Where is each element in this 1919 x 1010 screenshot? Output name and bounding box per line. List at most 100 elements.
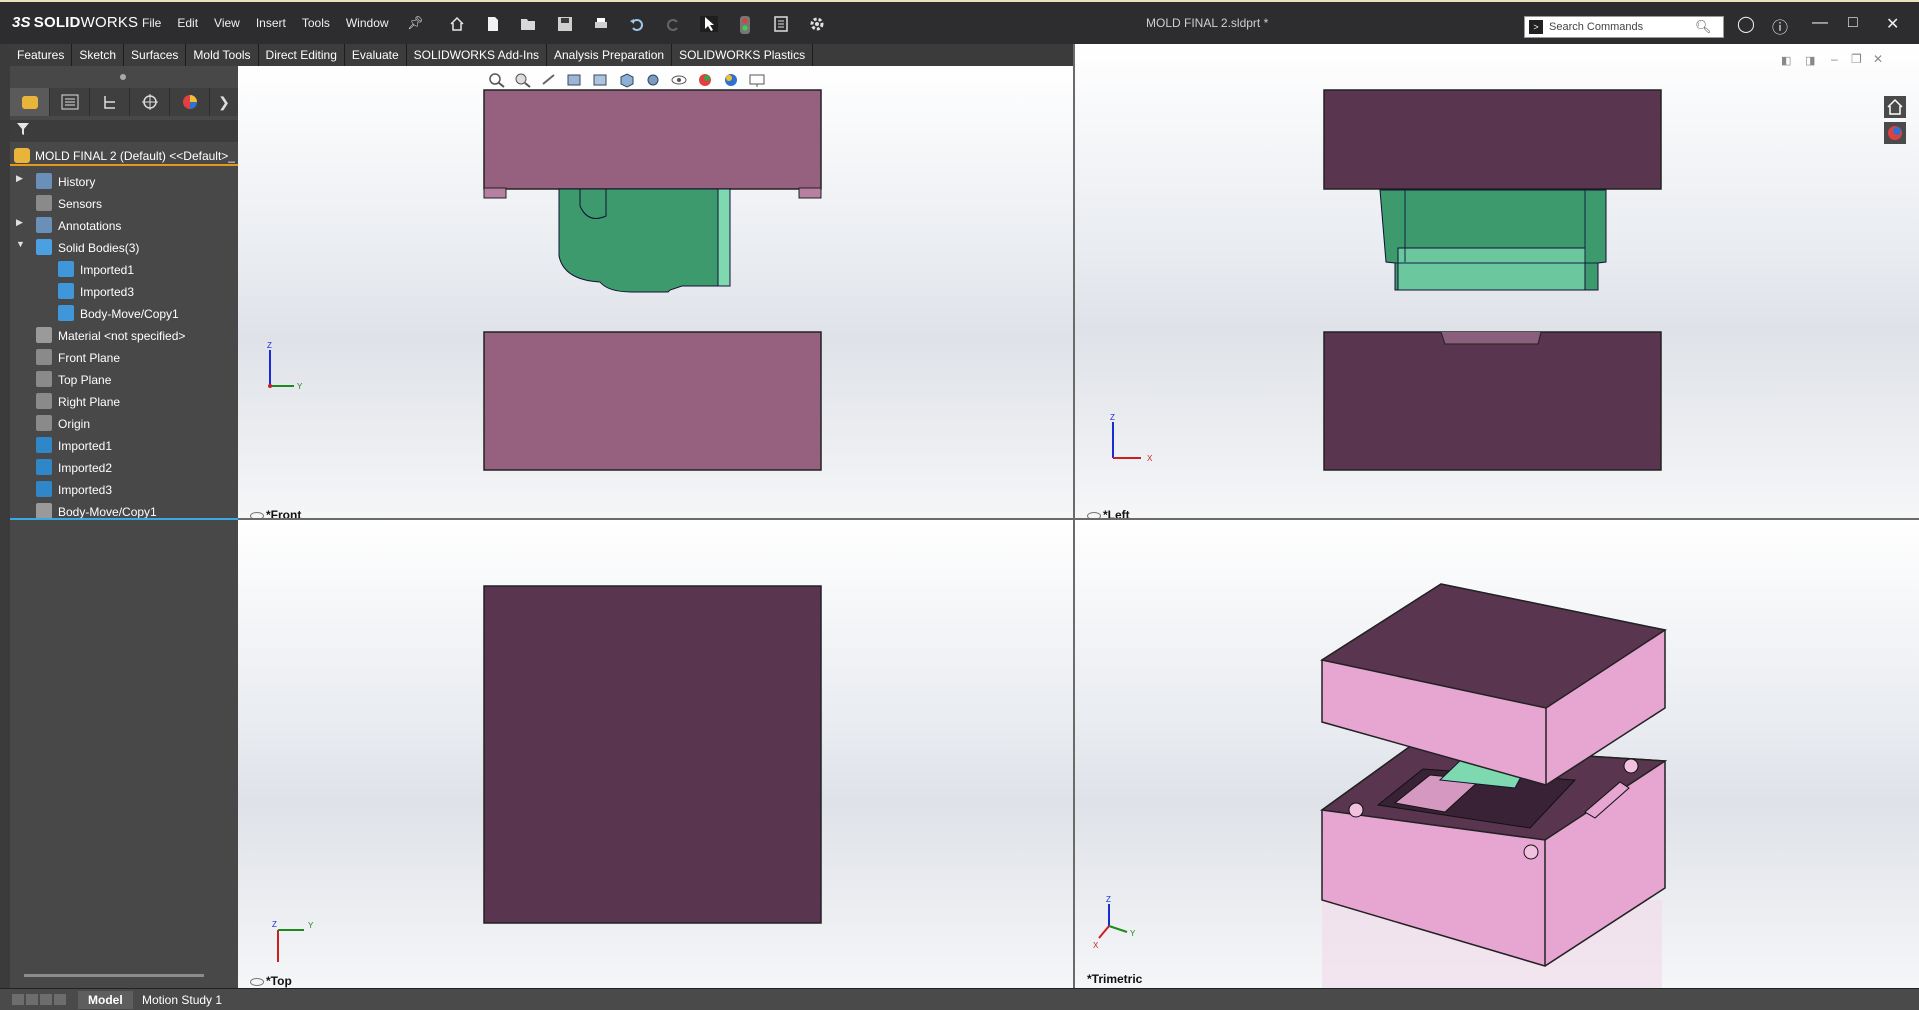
property-manager-icon[interactable] (50, 88, 90, 116)
feature-tree-item[interactable]: Imported3 (10, 478, 238, 500)
tile-left-icon[interactable]: ◧ (1781, 54, 1791, 67)
feature-tree-item[interactable]: Top Plane (10, 368, 238, 390)
tab-model[interactable]: Model (78, 991, 133, 1009)
menu-tools[interactable]: Tools (302, 16, 330, 30)
more-tabs-chevron-icon[interactable]: ❯ (210, 88, 238, 116)
top-view-model[interactable] (238, 520, 1073, 988)
tab-analysis-preparation[interactable]: Analysis Preparation (547, 44, 673, 66)
viewport-trimetric[interactable]: Z Y X *Trimetric (1075, 520, 1919, 988)
feature-tree-item[interactable]: Imported1 (10, 258, 238, 280)
expand-arrow-icon[interactable]: ▶ (16, 217, 26, 228)
search-icon[interactable]: 🔍︎ (1695, 19, 1712, 35)
solidworks-resources-icon[interactable] (1884, 96, 1906, 118)
viewport-top[interactable]: Y Z *Top (238, 520, 1073, 988)
help-icon[interactable]: ⓘ (1772, 14, 1788, 38)
tab-sketch[interactable]: Sketch (72, 44, 125, 66)
dimxpert-manager-icon[interactable] (130, 88, 170, 116)
zoom-to-fit-icon[interactable] (488, 72, 506, 88)
new-document-icon[interactable] (484, 16, 502, 32)
feature-tree-item[interactable]: Body-Move/Copy1 (10, 302, 238, 324)
select-arrow-icon[interactable] (700, 16, 718, 32)
viewport-restore-icon[interactable]: ❐ (1851, 52, 1862, 66)
open-icon[interactable] (520, 16, 538, 32)
feature-tree-scrollbar[interactable] (24, 974, 204, 977)
zoom-to-area-icon[interactable] (514, 72, 532, 88)
front-view-model[interactable] (238, 66, 1073, 518)
apply-scene-icon[interactable] (722, 72, 740, 88)
display-manager-icon[interactable] (170, 88, 210, 116)
redo-icon[interactable] (664, 16, 682, 32)
rollback-bar[interactable] (10, 518, 238, 520)
tab-features[interactable]: Features (10, 44, 73, 66)
feature-tree-item[interactable]: ▼ Solid Bodies(3) (10, 236, 238, 258)
viewport-front[interactable]: Z Y *Front (238, 66, 1073, 518)
trimetric-view-model[interactable] (1075, 520, 1919, 988)
feature-tree-item[interactable]: Imported1 (10, 434, 238, 456)
close-icon[interactable]: ✕ (1886, 14, 1899, 34)
menu-file[interactable]: File (142, 16, 161, 30)
feature-tree-item[interactable]: Front Plane (10, 346, 238, 368)
tab-motion-study-1[interactable]: Motion Study 1 (132, 991, 232, 1009)
last-tab-icon[interactable] (54, 994, 66, 1005)
feature-tree-item[interactable]: Sensors (10, 192, 238, 214)
tab-solidworks-plastics[interactable]: SOLIDWORKS Plastics (672, 44, 814, 66)
feature-tree-root[interactable]: MOLD FINAL 2 (Default) <<Default>_ (10, 146, 238, 166)
solidworks-logo[interactable]: 3S SOLIDWORKS (12, 14, 138, 31)
options-gear-icon[interactable] (808, 16, 826, 32)
collapse-arrow-icon[interactable]: ▼ (16, 239, 26, 249)
undo-icon[interactable] (628, 16, 646, 32)
menu-edit[interactable]: Edit (177, 16, 198, 30)
feature-tree-item[interactable]: Origin (10, 412, 238, 434)
home-icon[interactable] (448, 16, 466, 32)
feature-tree-item[interactable]: Imported2 (10, 456, 238, 478)
appearances-scenes-icon[interactable] (1884, 122, 1906, 144)
view-orientation-icon[interactable] (618, 72, 636, 88)
configuration-manager-icon[interactable] (90, 88, 130, 116)
viewport-close-icon[interactable]: ✕ (1873, 52, 1883, 66)
viewport-left[interactable]: Z X *Left ◧ ◨ – ❐ ✕ (1075, 44, 1919, 518)
previous-view-icon[interactable] (540, 72, 558, 88)
feature-tree-item[interactable]: Right Plane (10, 390, 238, 412)
file-properties-icon[interactable] (772, 16, 790, 32)
menu-insert[interactable]: Insert (256, 16, 286, 30)
save-icon[interactable] (556, 16, 574, 32)
left-view-model[interactable] (1075, 44, 1919, 518)
minimize-icon[interactable]: — (1812, 14, 1828, 32)
tab-evaluate[interactable]: Evaluate (344, 44, 407, 66)
panel-drag-handle[interactable] (120, 74, 126, 80)
tab-surfaces[interactable]: Surfaces (124, 44, 187, 66)
tab-direct-editing[interactable]: Direct Editing (258, 44, 345, 66)
previous-tab-icon[interactable] (26, 994, 38, 1005)
menu-view[interactable]: View (214, 16, 240, 30)
rebuild-icon[interactable] (736, 16, 754, 34)
print-icon[interactable] (592, 16, 610, 32)
menu-window[interactable]: Window (346, 16, 389, 30)
edit-appearance-icon[interactable] (696, 72, 714, 88)
feature-tree-item[interactable]: Material <not specified> (10, 324, 238, 346)
first-tab-icon[interactable] (12, 994, 24, 1005)
view-settings-icon[interactable] (748, 72, 766, 88)
tab-solidworks-add-ins[interactable]: SOLIDWORKS Add-Ins (406, 44, 547, 66)
next-tab-icon[interactable] (40, 994, 52, 1005)
pin-icon[interactable]: 📌︎ (407, 15, 424, 31)
hide-show-items-icon[interactable] (670, 72, 688, 88)
search-input[interactable]: Search Commands (1549, 21, 1643, 33)
account-icon[interactable]: ◯ (1737, 14, 1755, 34)
featuremanager-tree-icon[interactable] (10, 88, 50, 116)
viewport-splitter-vertical[interactable] (1073, 44, 1075, 990)
dynamic-annotation-icon[interactable] (592, 72, 610, 88)
feature-tree-item[interactable]: ▶ History (10, 170, 238, 192)
viewport-splitter-horizontal[interactable] (238, 518, 1919, 520)
maximize-icon[interactable]: □ (1848, 14, 1858, 32)
feature-tree-filter[interactable] (10, 120, 238, 142)
display-style-icon[interactable] (644, 72, 662, 88)
tile-right-icon[interactable]: ◨ (1805, 54, 1815, 67)
view-visibility-icon[interactable] (250, 977, 264, 986)
expand-arrow-icon[interactable]: ▶ (16, 173, 26, 184)
viewport-minimize-icon[interactable]: – (1831, 52, 1838, 66)
feature-tree-item[interactable]: ▶ Annotations (10, 214, 238, 236)
section-view-icon[interactable] (566, 72, 584, 88)
tab-mold-tools[interactable]: Mold Tools (186, 44, 259, 66)
search-commands-box[interactable]: > Search Commands 🔍︎ (1524, 16, 1724, 38)
feature-tree-item[interactable]: Imported3 (10, 280, 238, 302)
